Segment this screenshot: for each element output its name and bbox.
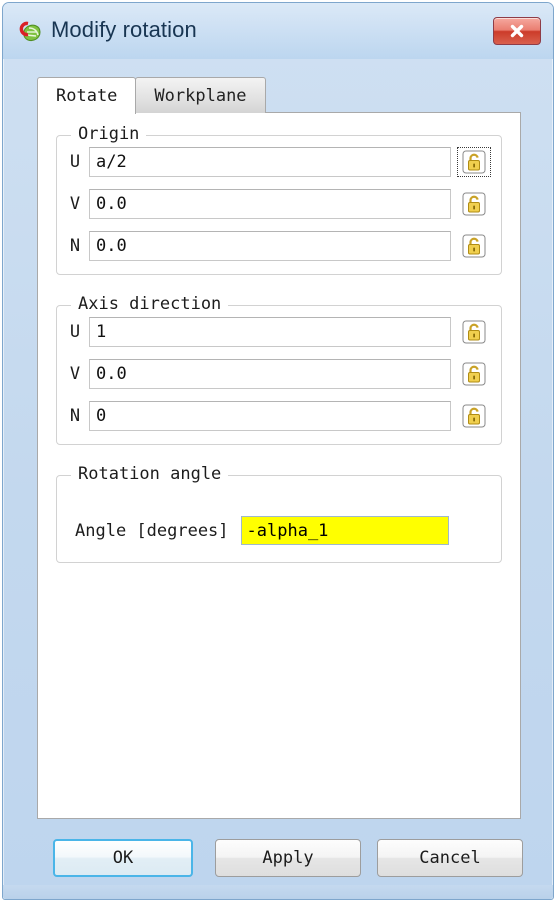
molecule-leaf-icon — [17, 19, 43, 45]
open-padlock-icon — [462, 320, 486, 344]
axis-row-n: N — [57, 400, 501, 432]
origin-lock-v[interactable] — [457, 189, 491, 219]
origin-lock-u[interactable] — [457, 147, 491, 177]
axis-label-v: V — [69, 364, 81, 384]
axis-label-u: U — [69, 322, 81, 342]
group-origin-title: Origin — [71, 124, 147, 144]
origin-row-u: U — [57, 146, 501, 178]
tab-workplane[interactable]: Workplane — [135, 77, 266, 113]
cancel-button-label: Cancel — [419, 848, 481, 868]
dialog-client-area: Rotate Workplane Origin U a/2 V 0.0 N 0.… — [19, 59, 539, 829]
axis-lock-u[interactable] — [457, 317, 491, 347]
close-button[interactable] — [493, 17, 541, 45]
open-padlock-icon — [462, 404, 486, 428]
group-rotation-angle-title: Rotation angle — [71, 464, 229, 484]
axis-input-n[interactable] — [89, 401, 451, 431]
origin-input-n[interactable] — [89, 231, 451, 261]
apply-button-label: Apply — [262, 848, 314, 868]
ok-button[interactable]: OK — [53, 839, 193, 877]
group-axis-direction: Axis direction U V — [56, 294, 502, 445]
origin-label-v: V — [69, 194, 81, 214]
angle-row: Angle [degrees] — [75, 516, 449, 545]
angle-label: Angle [degrees] — [75, 520, 229, 541]
origin-label-n: N — [69, 236, 81, 256]
apply-button[interactable]: Apply — [215, 839, 361, 877]
axis-input-v[interactable] — [89, 359, 451, 389]
open-padlock-icon — [462, 150, 486, 174]
tab-strip: Rotate Workplane — [37, 77, 266, 114]
tab-workplane-label: Workplane — [154, 85, 247, 106]
group-origin: Origin U V — [56, 124, 502, 275]
dialog-window: Modify rotation Rotate Workplane Origin … — [2, 2, 554, 900]
origin-row-n: N — [57, 230, 501, 262]
window-bottom-frame — [3, 885, 553, 899]
ok-button-label: OK — [112, 848, 134, 868]
axis-lock-n[interactable] — [457, 401, 491, 431]
angle-input[interactable] — [240, 516, 449, 545]
tab-rotate-label: Rotate — [56, 86, 118, 106]
origin-input-u[interactable] — [89, 147, 451, 177]
open-padlock-icon — [462, 362, 486, 386]
axis-lock-v[interactable] — [457, 359, 491, 389]
tab-rotate[interactable]: Rotate — [37, 77, 137, 114]
dialog-button-bar: OK Apply Cancel — [19, 835, 539, 881]
cancel-button[interactable]: Cancel — [377, 839, 523, 877]
window-title: Modify rotation — [51, 17, 197, 42]
axis-input-u[interactable] — [89, 317, 451, 347]
close-icon — [510, 24, 524, 38]
origin-input-v[interactable] — [89, 189, 451, 219]
tab-page-rotate: Origin U V — [37, 112, 521, 819]
axis-row-v: V — [57, 358, 501, 390]
origin-lock-n[interactable] — [457, 231, 491, 261]
group-axis-direction-title: Axis direction — [71, 294, 229, 314]
axis-row-u: U — [57, 316, 501, 348]
group-rotation-angle: Rotation angle Angle [degrees] — [56, 464, 502, 563]
title-bar[interactable]: Modify rotation — [3, 3, 553, 59]
origin-label-u: U — [69, 152, 81, 172]
axis-label-n: N — [69, 406, 81, 426]
open-padlock-icon — [462, 234, 486, 258]
origin-row-v: V — [57, 188, 501, 220]
open-padlock-icon — [462, 192, 486, 216]
